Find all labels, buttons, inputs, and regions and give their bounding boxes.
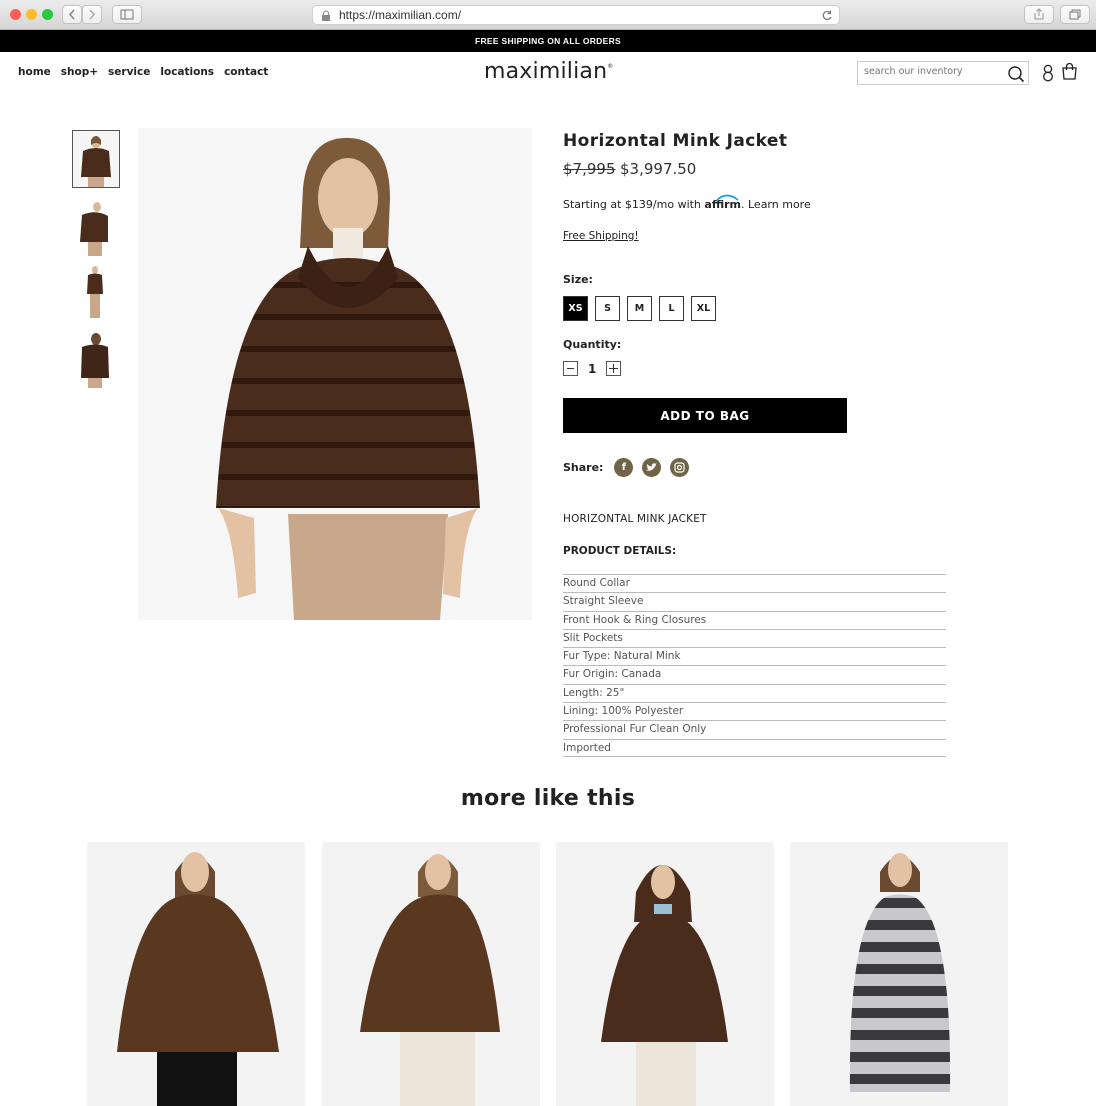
minus-icon xyxy=(567,368,574,369)
sale-price: $3,997.50 xyxy=(620,160,697,178)
tabs-overview-button[interactable] xyxy=(1060,5,1090,24)
site-logo[interactable]: maximilian® xyxy=(484,59,613,84)
share-browser-button[interactable] xyxy=(1024,5,1054,24)
thumbnail-back[interactable] xyxy=(72,330,120,388)
instagram-icon[interactable] xyxy=(670,458,690,477)
related-product-card[interactable] xyxy=(790,842,1008,1106)
size-option-xs[interactable]: XS xyxy=(563,296,588,321)
forward-button[interactable] xyxy=(82,5,102,24)
size-option-xl[interactable]: XL xyxy=(691,296,716,321)
chevron-left-icon xyxy=(68,9,75,20)
nav-contact[interactable]: contact xyxy=(224,66,268,78)
minimize-window-button[interactable] xyxy=(26,9,37,20)
product-name-caps: HORIZONTAL MINK JACKET xyxy=(563,513,707,525)
share-icon xyxy=(1034,8,1044,20)
reload-icon[interactable] xyxy=(821,9,833,22)
promo-bar: FREE SHIPPING ON ALL ORDERS xyxy=(0,30,1096,52)
detail-item: Front Hook & Ring Closures xyxy=(563,610,946,629)
product-details-list: Round Collar Straight Sleeve Front Hook … xyxy=(563,574,946,757)
twitter-icon[interactable] xyxy=(642,458,662,477)
shopping-bag-icon[interactable] xyxy=(1061,62,1078,81)
product-title: Horizontal Mink Jacket xyxy=(563,131,788,151)
detail-item: Length: 25" xyxy=(563,683,946,702)
detail-item: Fur Origin: Canada xyxy=(563,665,946,683)
main-nav: home shop+ service locations contact xyxy=(18,66,268,78)
url-text: https://maximilian.com/ xyxy=(339,8,462,22)
logo-text: maximilian xyxy=(484,59,608,84)
size-option-s[interactable]: S xyxy=(595,296,620,321)
affirm-logo: affirm xyxy=(704,194,741,211)
related-product-card[interactable] xyxy=(556,842,774,1106)
nav-shop[interactable]: shop+ xyxy=(61,66,98,78)
lock-icon xyxy=(322,10,330,21)
main-product-image[interactable] xyxy=(138,128,532,620)
original-price: $7,995 xyxy=(563,160,616,178)
back-button[interactable] xyxy=(62,5,82,24)
size-selector: XS S M L XL xyxy=(563,296,716,321)
plus-icon xyxy=(609,364,619,373)
size-label: Size: xyxy=(563,273,593,286)
affirm-financing: Starting at $139/mo with affirm. Learn m… xyxy=(563,194,811,211)
facebook-icon[interactable]: f xyxy=(614,458,634,477)
quantity-increase-button[interactable] xyxy=(606,361,622,376)
share-row: Share: f xyxy=(563,458,690,477)
detail-item: Straight Sleeve xyxy=(563,592,946,610)
related-product-card[interactable] xyxy=(87,842,305,1106)
instagram-camera-glyph xyxy=(674,462,686,473)
detail-item: Slit Pockets xyxy=(563,628,946,647)
related-product-image xyxy=(87,842,305,1106)
registered-mark: ® xyxy=(607,63,614,70)
size-option-m[interactable]: M xyxy=(627,296,652,321)
size-option-l[interactable]: L xyxy=(659,296,684,321)
nav-locations[interactable]: locations xyxy=(160,66,214,78)
related-product-image xyxy=(556,842,774,1106)
related-product-image xyxy=(322,842,540,1106)
product-thumbnail-image xyxy=(72,330,118,388)
account-icon[interactable] xyxy=(1041,64,1055,82)
search-icon[interactable] xyxy=(1007,65,1025,83)
quantity-decrease-button[interactable] xyxy=(563,361,578,376)
nav-service[interactable]: service xyxy=(108,66,150,78)
free-shipping-link[interactable]: Free Shipping! xyxy=(563,230,639,242)
add-to-bag-button[interactable]: ADD TO BAG xyxy=(563,398,847,433)
quantity-stepper: 1 xyxy=(563,361,622,376)
product-details-heading: PRODUCT DETAILS: xyxy=(563,545,677,557)
detail-item: Professional Fur Clean Only xyxy=(563,720,946,738)
affirm-arc-icon xyxy=(716,194,739,201)
product-photo xyxy=(138,128,532,620)
related-product-image xyxy=(790,842,1008,1106)
detail-item: Fur Type: Natural Mink xyxy=(563,647,946,665)
zoom-window-button[interactable] xyxy=(42,9,53,20)
sidebar-icon xyxy=(120,9,134,20)
nav-home[interactable]: home xyxy=(18,66,51,78)
affirm-learn-more[interactable]: . Learn more xyxy=(741,198,811,211)
thumbnail-front[interactable] xyxy=(72,130,120,188)
product-thumbnail-image xyxy=(72,264,118,322)
product-thumbnail-image xyxy=(73,131,119,187)
search-box[interactable] xyxy=(857,61,1029,85)
detail-item: Lining: 100% Polyester xyxy=(563,702,946,720)
address-bar[interactable]: https://maximilian.com/ xyxy=(312,5,840,25)
twitter-bird-glyph xyxy=(646,463,658,471)
close-window-button[interactable] xyxy=(10,9,21,20)
thumbnail-full-length[interactable] xyxy=(72,264,120,322)
search-input[interactable] xyxy=(864,66,1004,77)
detail-item: Round Collar xyxy=(563,574,946,592)
tabs-icon xyxy=(1069,9,1081,20)
share-label: Share: xyxy=(563,461,604,474)
browser-toolbar: https://maximilian.com/ xyxy=(0,0,1096,30)
related-heading: more like this xyxy=(460,786,636,811)
affirm-prefix: Starting at $139/mo with xyxy=(563,198,701,211)
detail-item: Imported xyxy=(563,738,946,757)
quantity-label: Quantity: xyxy=(563,338,622,351)
thumbnail-angle[interactable] xyxy=(72,198,120,256)
sidebar-toggle-button[interactable] xyxy=(112,5,142,24)
chevron-right-icon xyxy=(89,9,96,20)
related-product-card[interactable] xyxy=(322,842,540,1106)
quantity-value[interactable]: 1 xyxy=(588,362,596,376)
product-thumbnail-image xyxy=(72,198,118,256)
